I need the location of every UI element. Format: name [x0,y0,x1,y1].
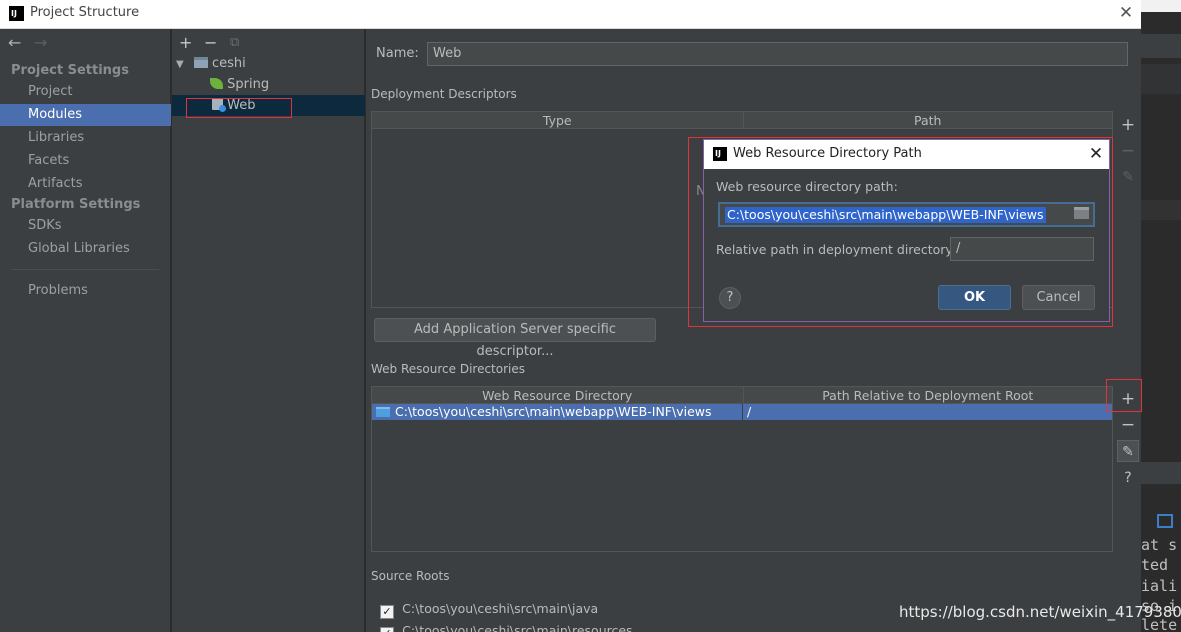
web-resource-dirs-title: Web Resource Directories [371,362,525,376]
source-root-path: C:\toos\you\ceshi\src\main\resources [402,623,633,632]
intellij-logo-icon: IJ [713,147,727,161]
cancel-button[interactable]: Cancel [1022,285,1095,310]
background-code-line: iali [1141,577,1178,595]
background-panel [1141,200,1181,220]
help-button[interactable]: ? [719,287,741,309]
ok-button[interactable]: OK [938,285,1011,310]
dialog-title: Web Resource Directory Path [733,146,922,161]
web-resource-path-dialog: IJ Web Resource Directory Path ✕ Web res… [703,139,1110,322]
tree-node-label: ceshi [211,56,246,71]
sidebar-item-global-libraries[interactable]: Global Libraries [0,238,171,260]
source-roots-title: Source Roots [371,569,450,583]
module-detail-panel: Name: Web Deployment Descriptors Type Pa… [366,29,1142,632]
checkbox[interactable]: ✓ [380,605,394,619]
source-root-path: C:\toos\you\ceshi\src\main\java [402,601,599,616]
edit-descriptor-button[interactable]: ✎ [1117,166,1139,188]
remove-icon[interactable]: − [204,33,217,52]
sidebar-item-problems[interactable]: Problems [0,280,171,302]
highlight-box [186,98,292,118]
tree-node-ceshi[interactable]: ▼ ceshi [176,53,246,74]
close-window-button[interactable]: ✕ [1116,3,1136,23]
highlight-box [1106,379,1142,412]
column-web-resource-directory[interactable]: Web Resource Directory [372,387,743,404]
window-title: Project Structure [30,5,140,20]
platform-settings-header: Platform Settings [11,197,141,212]
background-editor-top [1141,0,1181,12]
browse-folder-icon[interactable] [1074,207,1089,219]
web-dir-cell: C:\toos\you\ceshi\src\main\webapp\WEB-IN… [372,404,743,420]
help-icon[interactable]: ? [1117,467,1139,489]
sidebar-item-modules[interactable]: Modules [0,104,171,126]
background-panel [1141,64,1181,94]
checkbox[interactable]: ✓ [380,627,394,632]
lines-icon [1157,514,1173,528]
source-root-item[interactable]: ✓ C:\toos\you\ceshi\src\main\resources [380,623,633,632]
name-label: Name: [376,46,419,61]
relative-path-input[interactable]: / [950,237,1094,261]
module-tree-panel: + − ⧉ ▼ ceshi Spring Web [172,29,365,632]
column-type[interactable]: Type [372,112,743,129]
sidebar-item-sdks[interactable]: SDKs [0,215,171,237]
dir-path-input[interactable]: C:\toos\you\ceshi\src\main\webapp\WEB-IN… [718,202,1095,227]
edit-web-dir-button[interactable]: ✎ [1117,440,1139,462]
deployment-descriptors-title: Deployment Descriptors [371,87,517,101]
dialog-title-bar: IJ Web Resource Directory Path ✕ [704,140,1109,169]
name-input[interactable]: Web [427,42,1128,66]
module-folder-icon [193,57,208,68]
source-root-item[interactable]: ✓ C:\toos\you\ceshi\src\main\java [380,601,598,619]
forward-arrow-icon[interactable]: → [34,33,47,52]
web-dir-path: C:\toos\you\ceshi\src\main\webapp\WEB-IN… [395,404,712,419]
sidebar-item-artifacts[interactable]: Artifacts [0,173,171,195]
background-editor-strip: at s ted iali so i lete [1141,0,1181,632]
intellij-logo-icon: IJ [9,6,24,21]
table-row[interactable]: C:\toos\you\ceshi\src\main\webapp\WEB-IN… [372,404,1112,420]
sidebar-item-facets[interactable]: Facets [0,150,171,172]
add-server-descriptor-button[interactable]: Add Application Server specific descript… [374,318,656,359]
project-settings-header: Project Settings [11,63,129,78]
background-panel [1141,34,1181,58]
settings-sidebar: ← → Project Settings Project Modules Lib… [0,29,171,632]
sidebar-item-project[interactable]: Project [0,81,171,103]
add-descriptor-button[interactable]: + [1117,114,1139,136]
remove-web-dir-button[interactable]: − [1117,414,1139,436]
relative-path-cell: / [747,404,752,419]
folder-icon [376,407,390,417]
spring-leaf-icon [210,78,223,89]
dir-path-value: C:\toos\you\ceshi\src\main\webapp\WEB-IN… [725,207,1046,223]
column-relative-path[interactable]: Path Relative to Deployment Root [742,387,1112,404]
tree-node-label: Spring [227,77,270,92]
sidebar-divider [11,269,159,270]
remove-descriptor-button[interactable]: − [1117,140,1139,162]
watermark-url: https://blog.csdn.net/weixin_41793807 [899,603,1181,621]
back-arrow-icon[interactable]: ← [8,33,21,52]
background-code-line: ted [1141,556,1169,574]
relative-path-label: Relative path in deployment directory: [716,242,957,257]
table-header: Type Path [372,112,1112,129]
table-header: Web Resource Directory Path Relative to … [372,387,1112,404]
dir-path-label: Web resource directory path: [716,179,898,194]
tree-node-spring[interactable]: Spring [210,74,269,95]
column-path[interactable]: Path [742,112,1112,129]
expand-triangle-icon[interactable]: ▼ [176,59,184,70]
add-icon[interactable]: + [179,33,192,52]
background-panel [1141,462,1181,484]
close-dialog-button[interactable]: ✕ [1086,143,1106,165]
background-code-line: at s [1141,536,1178,554]
copy-icon[interactable]: ⧉ [230,35,239,50]
sidebar-item-libraries[interactable]: Libraries [0,127,171,149]
web-resource-dirs-table[interactable]: Web Resource Directory Path Relative to … [371,386,1113,552]
window-title-bar: IJ Project Structure ✕ [0,0,1141,29]
